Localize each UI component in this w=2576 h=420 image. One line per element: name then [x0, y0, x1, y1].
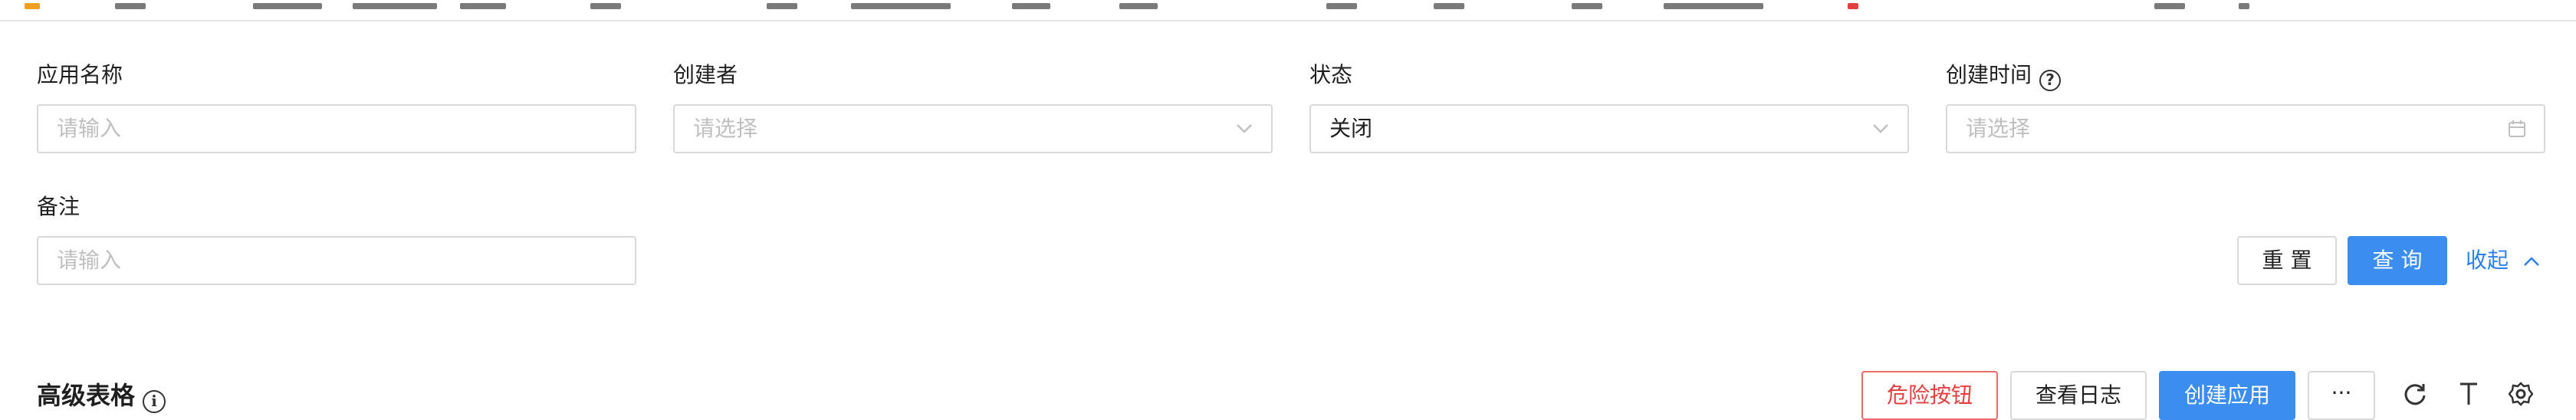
toolbar-fragment: [1664, 3, 1763, 9]
calendar-icon: [2507, 106, 2527, 152]
toolbar-fragment: [115, 3, 146, 9]
remark-label: 备注: [37, 194, 80, 219]
column-height-icon[interactable]: [2453, 379, 2484, 409]
chevron-down-icon: [1871, 106, 1891, 152]
table-title-wrap: 高级表格 i: [37, 380, 166, 413]
toolbar-fragment: [1012, 3, 1050, 9]
query-button[interactable]: 查 询: [2348, 236, 2447, 285]
collapse-label: 收起: [2466, 248, 2509, 273]
toolbar-fragment: [1572, 3, 1602, 9]
creator-select[interactable]: 请选择: [673, 104, 1273, 153]
remark-input[interactable]: 请输入: [37, 236, 636, 285]
toolbar-fragment: [767, 3, 797, 9]
app-name-placeholder: 请输入: [57, 116, 122, 141]
creator-label: 创建者: [673, 62, 738, 87]
chevron-down-icon: [1234, 106, 1254, 152]
view-log-button[interactable]: 查看日志: [2010, 371, 2147, 420]
reset-button[interactable]: 重 置: [2237, 236, 2337, 285]
toolbar-fragment: [253, 3, 322, 9]
created-time-label-wrap: 创建时间?: [1946, 61, 2062, 91]
toolbar-fragment: [1119, 3, 1158, 9]
created-time-label: 创建时间: [1946, 62, 2032, 87]
toolbar-fragment: [25, 3, 40, 9]
refresh-icon[interactable]: [2400, 379, 2430, 409]
table-title: 高级表格: [37, 381, 136, 410]
setting-icon[interactable]: [2505, 379, 2536, 409]
chevron-up-icon: [2524, 257, 2539, 266]
app-name-input[interactable]: 请输入: [37, 104, 636, 153]
info-circle-icon[interactable]: i: [143, 390, 166, 413]
toolbar-fragment: [2154, 3, 2185, 9]
toolbar-fragment: [590, 3, 621, 9]
status-value: 关闭: [1329, 116, 1373, 141]
remark-placeholder: 请输入: [57, 248, 122, 273]
toolbar-fragment: [460, 3, 506, 9]
status-select[interactable]: 关闭: [1309, 104, 1909, 153]
toolbar-fragment: [1848, 3, 1858, 9]
toolbar-fragment: [353, 3, 437, 9]
question-circle-icon[interactable]: ?: [2039, 70, 2062, 91]
created-time-picker[interactable]: 请选择: [1946, 104, 2545, 153]
toolbar-fragment: [1326, 3, 1357, 9]
status-label: 状态: [1309, 62, 1353, 87]
toolbar-fragment: [851, 3, 951, 9]
more-button[interactable]: ···: [2308, 371, 2375, 420]
create-app-button[interactable]: 创建应用: [2159, 371, 2295, 420]
creator-placeholder: 请选择: [693, 116, 758, 141]
top-toolbar-strip: [0, 0, 2576, 21]
app-name-label: 应用名称: [37, 62, 123, 87]
toolbar-fragment: [1434, 3, 1464, 9]
collapse-link[interactable]: 收起: [2466, 247, 2540, 274]
toolbar-fragment: [2239, 3, 2249, 9]
created-time-placeholder: 请选择: [1966, 116, 2031, 141]
danger-button[interactable]: 危险按钮: [1861, 371, 1998, 420]
